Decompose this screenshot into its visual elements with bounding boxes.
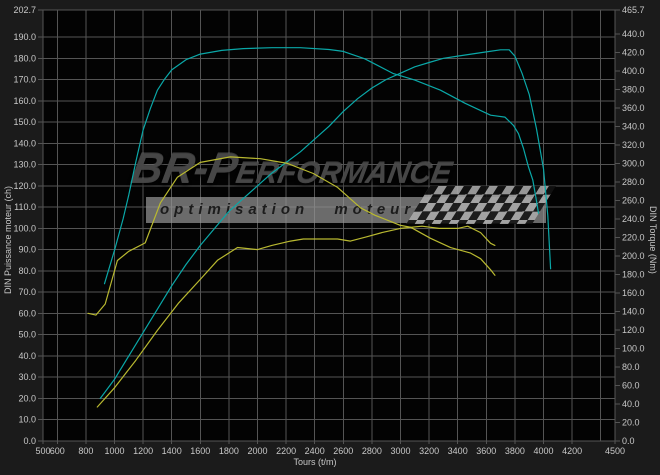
curve-torque-original bbox=[88, 157, 495, 315]
curve-power-original bbox=[97, 226, 495, 407]
chart-curves-layer bbox=[0, 0, 660, 475]
curve-power-tuned bbox=[100, 50, 550, 399]
curve-torque-tuned bbox=[105, 48, 539, 284]
dyno-chart: 202.7190.0180.0170.0160.0150.0140.0130.0… bbox=[0, 0, 660, 475]
